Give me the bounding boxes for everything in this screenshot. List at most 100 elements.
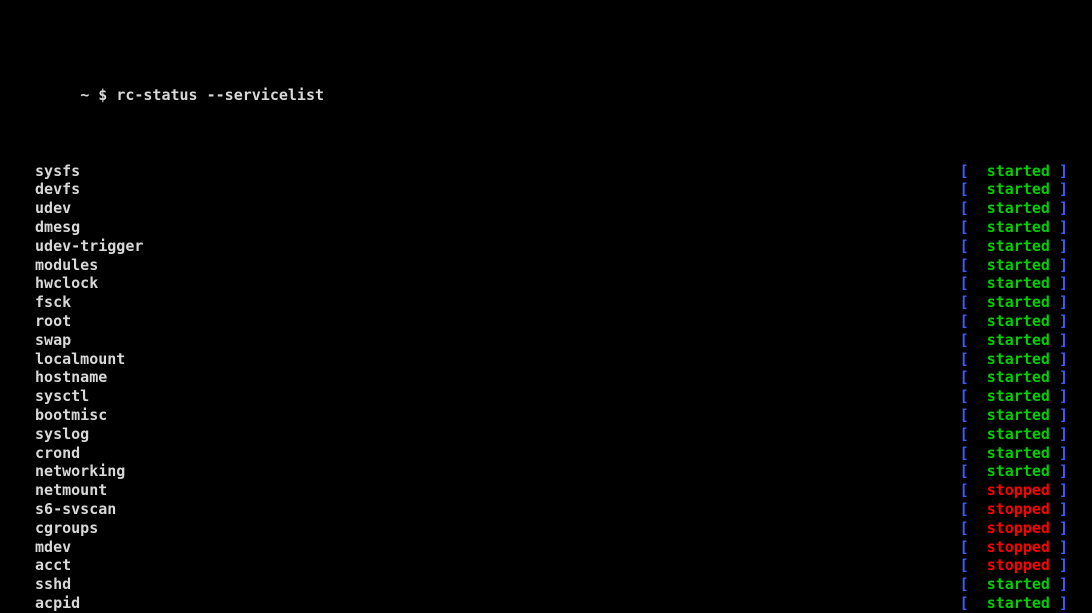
bracket-open: [ [960, 444, 969, 462]
service-status-cell: [ started ] [960, 425, 1068, 444]
service-status-cell: [ started ] [960, 274, 1068, 293]
service-name: netmount [26, 481, 107, 500]
service-status: stopped [969, 519, 1059, 537]
service-name: sshd [26, 575, 71, 594]
service-status-cell: [ started ] [960, 256, 1068, 275]
service-row: bootmisc[ started ] [26, 406, 1068, 425]
bracket-open: [ [960, 594, 969, 612]
service-status-cell: [ started ] [960, 444, 1068, 463]
service-list: sysfs [ started ] devfs [ started ] udev [ … [26, 162, 1068, 613]
service-name: bootmisc [26, 406, 107, 425]
service-status: started [969, 256, 1059, 274]
bracket-close: ] [1059, 331, 1068, 349]
bracket-open: [ [960, 406, 969, 424]
bracket-open: [ [960, 556, 969, 574]
service-row: localmount[ started ] [26, 350, 1068, 369]
service-row: acct [ stopped ] [26, 556, 1068, 575]
service-name: syslog [26, 425, 89, 444]
bracket-close: ] [1059, 556, 1068, 574]
bracket-open: [ [960, 331, 969, 349]
bracket-close: ] [1059, 256, 1068, 274]
service-status-cell: [ started ] [960, 237, 1068, 256]
service-name: hwclock [26, 274, 98, 293]
service-status: started [969, 293, 1059, 311]
bracket-open: [ [960, 256, 969, 274]
service-row: sysctl[ started ] [26, 387, 1068, 406]
bracket-open: [ [960, 312, 969, 330]
bracket-open: [ [960, 462, 969, 480]
service-row: devfs [ started ] [26, 180, 1068, 199]
service-status-cell: [ started ] [960, 387, 1068, 406]
bracket-close: ] [1059, 180, 1068, 198]
service-name: acpid [26, 594, 80, 613]
service-status-cell: [ started ] [960, 312, 1068, 331]
service-row: fsck[ started ] [26, 293, 1068, 312]
bracket-open: [ [960, 274, 969, 292]
service-status-cell: [ started ] [960, 594, 1068, 613]
service-status: started [969, 462, 1059, 480]
service-name: dmesg [26, 218, 80, 237]
service-row: swap[ started ] [26, 331, 1068, 350]
bracket-close: ] [1059, 368, 1068, 386]
service-status: started [969, 180, 1059, 198]
bracket-close: ] [1059, 444, 1068, 462]
service-status-cell: [ started ] [960, 350, 1068, 369]
bracket-close: ] [1059, 462, 1068, 480]
bracket-open: [ [960, 368, 969, 386]
bracket-open: [ [960, 293, 969, 311]
bracket-open: [ [960, 218, 969, 236]
service-status: started [969, 237, 1059, 255]
bracket-close: ] [1059, 575, 1068, 593]
bracket-close: ] [1059, 594, 1068, 612]
bracket-open: [ [960, 519, 969, 537]
service-status: started [969, 594, 1059, 612]
bracket-close: ] [1059, 425, 1068, 443]
service-status-cell: [ stopped ] [960, 556, 1068, 575]
service-name: acct [26, 556, 71, 575]
service-status: started [969, 218, 1059, 236]
service-row: modules[ started ] [26, 256, 1068, 275]
service-status: started [969, 312, 1059, 330]
bracket-close: ] [1059, 199, 1068, 217]
bracket-close: ] [1059, 218, 1068, 236]
bracket-open: [ [960, 199, 969, 217]
service-status-cell: [ started ] [960, 462, 1068, 481]
bracket-close: ] [1059, 387, 1068, 405]
service-name: devfs [26, 180, 80, 199]
service-status-cell: [ started ] [960, 293, 1068, 312]
service-status: started [969, 444, 1059, 462]
service-status: started [969, 406, 1059, 424]
service-status: started [969, 274, 1059, 292]
bracket-close: ] [1059, 350, 1068, 368]
service-status: stopped [969, 500, 1059, 518]
service-row: cgroups[ stopped ] [26, 519, 1068, 538]
service-status-cell: [ started ] [960, 575, 1068, 594]
service-status-cell: [ started ] [960, 331, 1068, 350]
service-row: sshd [ started ] [26, 575, 1068, 594]
bracket-close: ] [1059, 274, 1068, 292]
service-status: started [969, 368, 1059, 386]
bracket-open: [ [960, 162, 969, 180]
bracket-open: [ [960, 538, 969, 556]
service-row: mdev[ stopped ] [26, 538, 1068, 557]
service-status: stopped [969, 538, 1059, 556]
service-row: udev-trigger[ started ] [26, 237, 1068, 256]
service-status: started [969, 425, 1059, 443]
bracket-open: [ [960, 350, 969, 368]
terminal-viewport[interactable]: ~ $ rc-status --servicelist sysfs[ start… [0, 0, 1092, 613]
bracket-open: [ [960, 575, 969, 593]
service-row: hwclock [ started ] [26, 274, 1068, 293]
service-status-cell: [ started ] [960, 180, 1068, 199]
bracket-open: [ [960, 481, 969, 499]
service-name: sysfs [26, 162, 80, 181]
service-name: udev [26, 199, 71, 218]
service-status: started [969, 387, 1059, 405]
service-row: acpid [ started ] [26, 594, 1068, 613]
service-name: mdev [26, 538, 71, 557]
bracket-close: ] [1059, 312, 1068, 330]
service-row: hostname[ started ] [26, 368, 1068, 387]
bracket-open: [ [960, 387, 969, 405]
service-status-cell: [ started ] [960, 199, 1068, 218]
service-status-cell: [ stopped ] [960, 519, 1068, 538]
service-status-cell: [ stopped ] [960, 481, 1068, 500]
